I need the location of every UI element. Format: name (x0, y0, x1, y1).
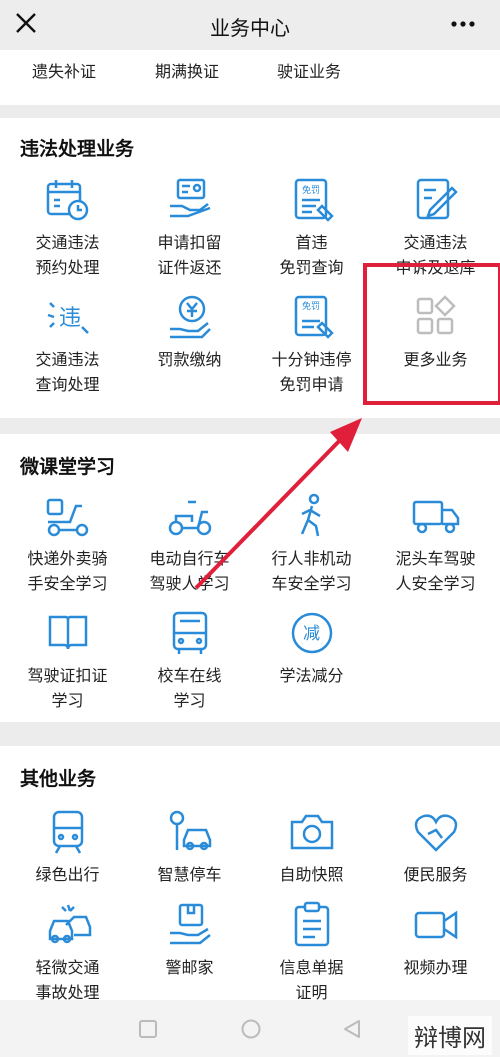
top-bar: 业务中心 (0, 0, 500, 50)
item-license-deduction-study[interactable]: 驾驶证扣证 学习 (5, 609, 130, 713)
clipboard-icon (294, 901, 329, 947)
item-label: 更多业务 (403, 350, 468, 369)
item-label: 轻微交通 事故处理 (35, 958, 100, 1002)
calendar-clock-icon (46, 180, 88, 221)
item-police-post-home[interactable]: 警邮家 (127, 901, 252, 980)
item-label: 信息单据 证明 (279, 958, 344, 1002)
item-violation-appointment[interactable]: 交通违法 预约处理 (5, 176, 130, 280)
recent-apps-icon[interactable] (138, 1019, 158, 1039)
item-label: 交通违法 查询处理 (35, 350, 100, 394)
item-ebike-study[interactable]: 电动自行车 驾驶人学习 (127, 492, 252, 596)
item-label: 便民服务 (403, 865, 468, 884)
item-label: 电动自行车 驾驶人学习 (149, 549, 230, 593)
watermark: 辩博网 (408, 1016, 492, 1055)
partial-top-section: 遗失补证 期满换证 驶证业务 (0, 50, 500, 105)
yuan-hand-icon (169, 295, 211, 339)
back-icon[interactable] (342, 1018, 362, 1040)
item-dump-truck-study[interactable]: 泥头车驾驶 人安全学习 (373, 492, 498, 596)
item-label: 警邮家 (165, 958, 214, 977)
item-label: 校车在线 学习 (157, 666, 222, 710)
item-label: 驾驶证扣证 学习 (27, 666, 108, 710)
truck-icon (412, 500, 459, 534)
book-icon (48, 615, 87, 650)
package-hand-icon (169, 903, 211, 945)
svg-text:免罚: 免罚 (301, 300, 319, 312)
heart-icon (414, 814, 457, 852)
item-label: 智慧停车 (157, 865, 222, 884)
item-label: 泥头车驾驶 人安全学习 (395, 549, 476, 593)
item-ten-minute-parking[interactable]: 免罚 十分钟违停 免罚申请 (249, 293, 374, 397)
item-pedestrian-study[interactable]: 行人非机动 车安全学习 (249, 492, 374, 596)
item-label: 罚款缴纳 (157, 350, 222, 369)
item-study-reduce-points[interactable]: 减 学法减分 (249, 609, 374, 688)
item-label: 视频办理 (403, 958, 468, 977)
item-delivery-rider-study[interactable]: 快递外卖骑 手安全学习 (5, 492, 130, 596)
grid-more-icon (416, 295, 456, 335)
item-fine-payment[interactable]: 罚款缴纳 (127, 293, 252, 372)
more-dots-icon[interactable] (450, 14, 476, 34)
item-label: 首违 免罚查询 (279, 233, 344, 277)
delivery-scooter-icon (46, 498, 88, 537)
item-label: 快递外卖骑 手安全学习 (27, 549, 108, 593)
item-violation-query[interactable]: 违 交通违法 查询处理 (5, 293, 130, 397)
item-label: 交通违法 预约处理 (35, 233, 100, 277)
section-title: 违法处理业务 (20, 138, 135, 160)
item-appeal-refund[interactable]: 交通违法 申诉及退库 (373, 176, 498, 280)
other-section: 其他业务 绿色出行 智慧停车 自助快照 便民服务 轻微交通 事故处理 警邮家 信… (0, 746, 500, 1002)
item-label: 申请扣留 证件返还 (157, 233, 222, 277)
item-label: 学法减分 (279, 666, 344, 685)
ten-minute-parking-icon: 免罚 (294, 295, 334, 339)
train-icon (52, 810, 83, 854)
camera-icon (290, 814, 333, 850)
violation-section: 违法处理业务 交通违法 预约处理 申请扣留 证件返还 免罚 首违 免罚查询 交通… (0, 118, 500, 418)
car-accident-icon (48, 904, 91, 944)
item-video-service[interactable]: 视频办理 (373, 901, 498, 980)
item-convenience-service[interactable]: 便民服务 (373, 808, 498, 887)
svg-text:免罚: 免罚 (301, 184, 319, 196)
top-item-expiry-renew[interactable]: 期满换证 (155, 58, 219, 82)
reduce-badge: 减 (303, 624, 320, 644)
item-return-documents[interactable]: 申请扣留 证件返还 (127, 176, 252, 280)
card-hand-icon (169, 178, 210, 218)
e-bike-icon (168, 500, 211, 536)
parking-car-icon (169, 810, 211, 851)
item-label: 自助快照 (279, 865, 344, 884)
item-label: 绿色出行 (35, 865, 100, 884)
page-title: 业务中心 (210, 16, 290, 40)
item-more-business[interactable]: 更多业务 (373, 293, 498, 372)
pedestrian-icon (300, 493, 321, 537)
top-item-lost-replace[interactable]: 遗失补证 (32, 58, 96, 82)
top-item-license-business[interactable]: 驶证业务 (277, 58, 341, 82)
item-document-certificate[interactable]: 信息单据 证明 (249, 901, 374, 1005)
section-title: 其他业务 (20, 768, 97, 790)
home-icon[interactable] (240, 1018, 262, 1040)
item-label: 交通违法 申诉及退库 (395, 233, 476, 277)
violation-search-icon: 违 (47, 302, 89, 334)
item-self-snapshot[interactable]: 自助快照 (249, 808, 374, 887)
bus-icon (172, 611, 207, 654)
item-label: 十分钟违停 免罚申请 (271, 350, 352, 394)
item-label: 行人非机动 车安全学习 (271, 549, 352, 593)
section-title: 微课堂学习 (20, 456, 116, 478)
svg-text:违: 违 (58, 306, 80, 331)
edit-document-icon (416, 178, 458, 220)
item-minor-accident[interactable]: 轻微交通 事故处理 (5, 901, 130, 1005)
item-smart-parking[interactable]: 智慧停车 (127, 808, 252, 887)
study-section: 微课堂学习 快递外卖骑 手安全学习 电动自行车 驾驶人学习 行人非机动 车安全学… (0, 434, 500, 722)
item-school-bus-study[interactable]: 校车在线 学习 (127, 609, 252, 713)
item-first-offense-query[interactable]: 免罚 首违 免罚查询 (249, 176, 374, 280)
document-stamp-icon: 免罚 (294, 178, 334, 222)
item-green-travel[interactable]: 绿色出行 (5, 808, 130, 887)
video-camera-icon (414, 910, 457, 940)
